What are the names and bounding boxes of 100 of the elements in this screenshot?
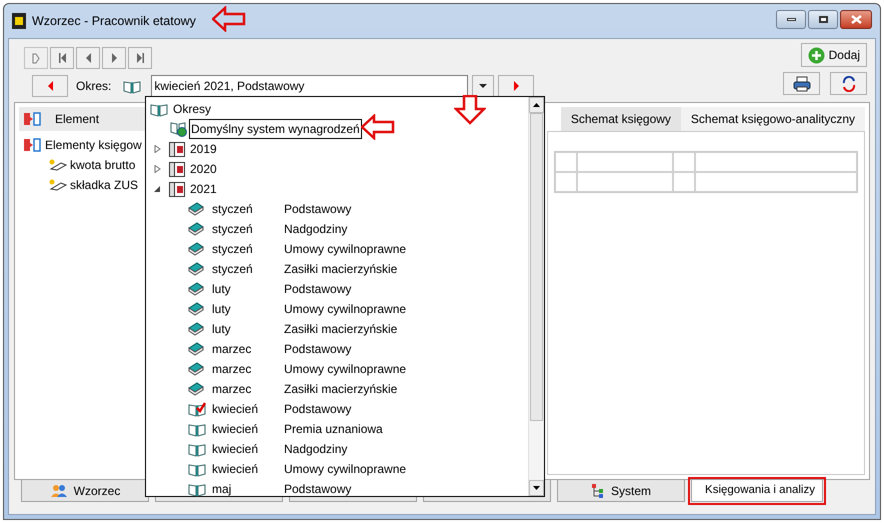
new-button[interactable] [24, 47, 48, 69]
period-month[interactable]: marzec [212, 380, 284, 398]
period-type[interactable]: Podstawowy [284, 200, 352, 218]
book-globe-icon [170, 121, 188, 137]
add-button[interactable]: Dodaj [800, 43, 867, 67]
period-type[interactable]: Nadgodziny [284, 220, 348, 238]
new-icon [32, 52, 40, 64]
period-type[interactable]: Umowy cywilnoprawne [284, 300, 406, 318]
period-month[interactable]: marzec [212, 360, 284, 378]
period-type[interactable]: Podstawowy [284, 480, 352, 498]
period-type[interactable]: Zasiłki macierzyńskie [284, 320, 398, 338]
tree-item[interactable]: 2020 [190, 160, 217, 178]
previous-button[interactable] [76, 47, 100, 69]
refresh-icon [840, 76, 856, 92]
period-month[interactable]: kwiecień [212, 440, 284, 458]
period-month[interactable]: styczeń [212, 240, 284, 258]
closed-book-icon [188, 382, 204, 396]
period-type[interactable]: Zasiłki macierzyńskie [284, 260, 398, 278]
calendar-icon [169, 182, 185, 196]
close-icon [850, 14, 862, 24]
period-month[interactable]: kwiecień [212, 460, 284, 478]
collapse-icon[interactable] [154, 185, 161, 193]
period-month[interactable]: luty [212, 320, 284, 338]
open-book-icon [188, 422, 206, 436]
element-icon [49, 179, 67, 191]
last-button[interactable] [128, 47, 152, 69]
next-button[interactable] [102, 47, 126, 69]
tree-item[interactable]: 2021 [190, 180, 217, 198]
print-button[interactable] [783, 72, 820, 95]
period-type[interactable]: Zasiłki macierzyńskie [284, 380, 398, 398]
period-month[interactable]: kwiecień [212, 420, 284, 438]
period-month[interactable]: luty [212, 280, 284, 298]
period-month[interactable]: marzec [212, 340, 284, 358]
closed-book-icon [188, 262, 204, 276]
tree-item[interactable]: 2019 [190, 140, 217, 158]
tree-item[interactable]: Elementy księgow [45, 136, 142, 154]
period-type[interactable]: Podstawowy [284, 340, 352, 358]
period-label: Okres: [76, 78, 112, 95]
printer-icon [792, 76, 810, 92]
period-month[interactable]: styczeń [212, 260, 284, 278]
scrollbar[interactable] [528, 97, 544, 496]
period-month[interactable]: styczeń [212, 200, 284, 218]
period-type[interactable]: Umowy cywilnoprawne [284, 240, 406, 258]
schema-tab[interactable]: Schemat księgowy [560, 107, 681, 131]
tree-item[interactable]: Domyślny system wynagrodzeń [189, 119, 362, 139]
tree-item[interactable]: składka ZUS [70, 176, 138, 194]
annotation-arrow [454, 95, 486, 125]
closed-book-icon [188, 362, 204, 376]
maximize-button[interactable] [808, 10, 838, 28]
next-period-button[interactable] [498, 75, 534, 97]
closed-book-icon [188, 322, 204, 336]
schema-tab[interactable]: Schemat księgowo-analityczny [680, 107, 865, 131]
bottom-tab[interactable]: Księgowania i analizy [691, 480, 823, 502]
people-icon [50, 484, 68, 498]
previous-icon [48, 81, 52, 91]
open-book-icon [188, 462, 206, 476]
app-icon [12, 13, 26, 29]
previous-period-button[interactable] [32, 75, 68, 97]
close-button[interactable] [840, 10, 872, 28]
element-icon [49, 159, 67, 171]
period-type[interactable]: Umowy cywilnoprawne [284, 360, 406, 378]
bottom-tab[interactable]: Wzorzec [21, 480, 149, 502]
open-book-icon [123, 78, 142, 94]
calendar-icon [169, 142, 185, 156]
closed-book-icon [188, 342, 204, 356]
next-icon [112, 53, 116, 63]
checked-book-icon [188, 402, 206, 416]
bottom-tab[interactable]: System [557, 480, 685, 502]
expand-icon[interactable] [154, 165, 161, 173]
first-button[interactable] [50, 47, 74, 69]
open-book-icon [188, 442, 206, 456]
minimize-button[interactable] [776, 10, 806, 28]
period-month[interactable]: maj [212, 480, 284, 498]
tree-item[interactable]: kwota brutto [70, 156, 136, 174]
closed-book-icon [188, 222, 204, 236]
next-icon [514, 81, 519, 91]
period-type[interactable]: Nadgodziny [284, 440, 348, 458]
plus-icon [808, 46, 825, 64]
period-type[interactable]: Umowy cywilnoprawne [284, 460, 406, 478]
refresh-button[interactable] [830, 72, 867, 95]
scroll-down-icon [533, 486, 540, 490]
closed-book-icon [188, 242, 204, 256]
closed-book-icon [188, 202, 204, 216]
calendar-icon [169, 162, 185, 176]
period-month[interactable]: styczeń [212, 220, 284, 238]
period-type[interactable]: Podstawowy [284, 280, 352, 298]
open-book-icon [150, 102, 168, 116]
period-type[interactable]: Premia uznaniowa [284, 420, 383, 438]
previous-icon [86, 53, 90, 63]
period-month[interactable]: luty [212, 300, 284, 318]
period-type[interactable]: Podstawowy [284, 400, 352, 418]
period-month[interactable]: kwiecień [212, 400, 284, 418]
closed-book-icon [188, 282, 204, 296]
dropdown-button[interactable] [472, 75, 494, 97]
expand-icon[interactable] [154, 145, 161, 153]
period-combo[interactable]: kwiecień 2021, Podstawowy [151, 75, 468, 97]
schema-icon [23, 111, 41, 127]
annotation-arrow [212, 6, 246, 32]
hierarchy-icon [590, 483, 605, 498]
schema-icon [23, 137, 41, 153]
